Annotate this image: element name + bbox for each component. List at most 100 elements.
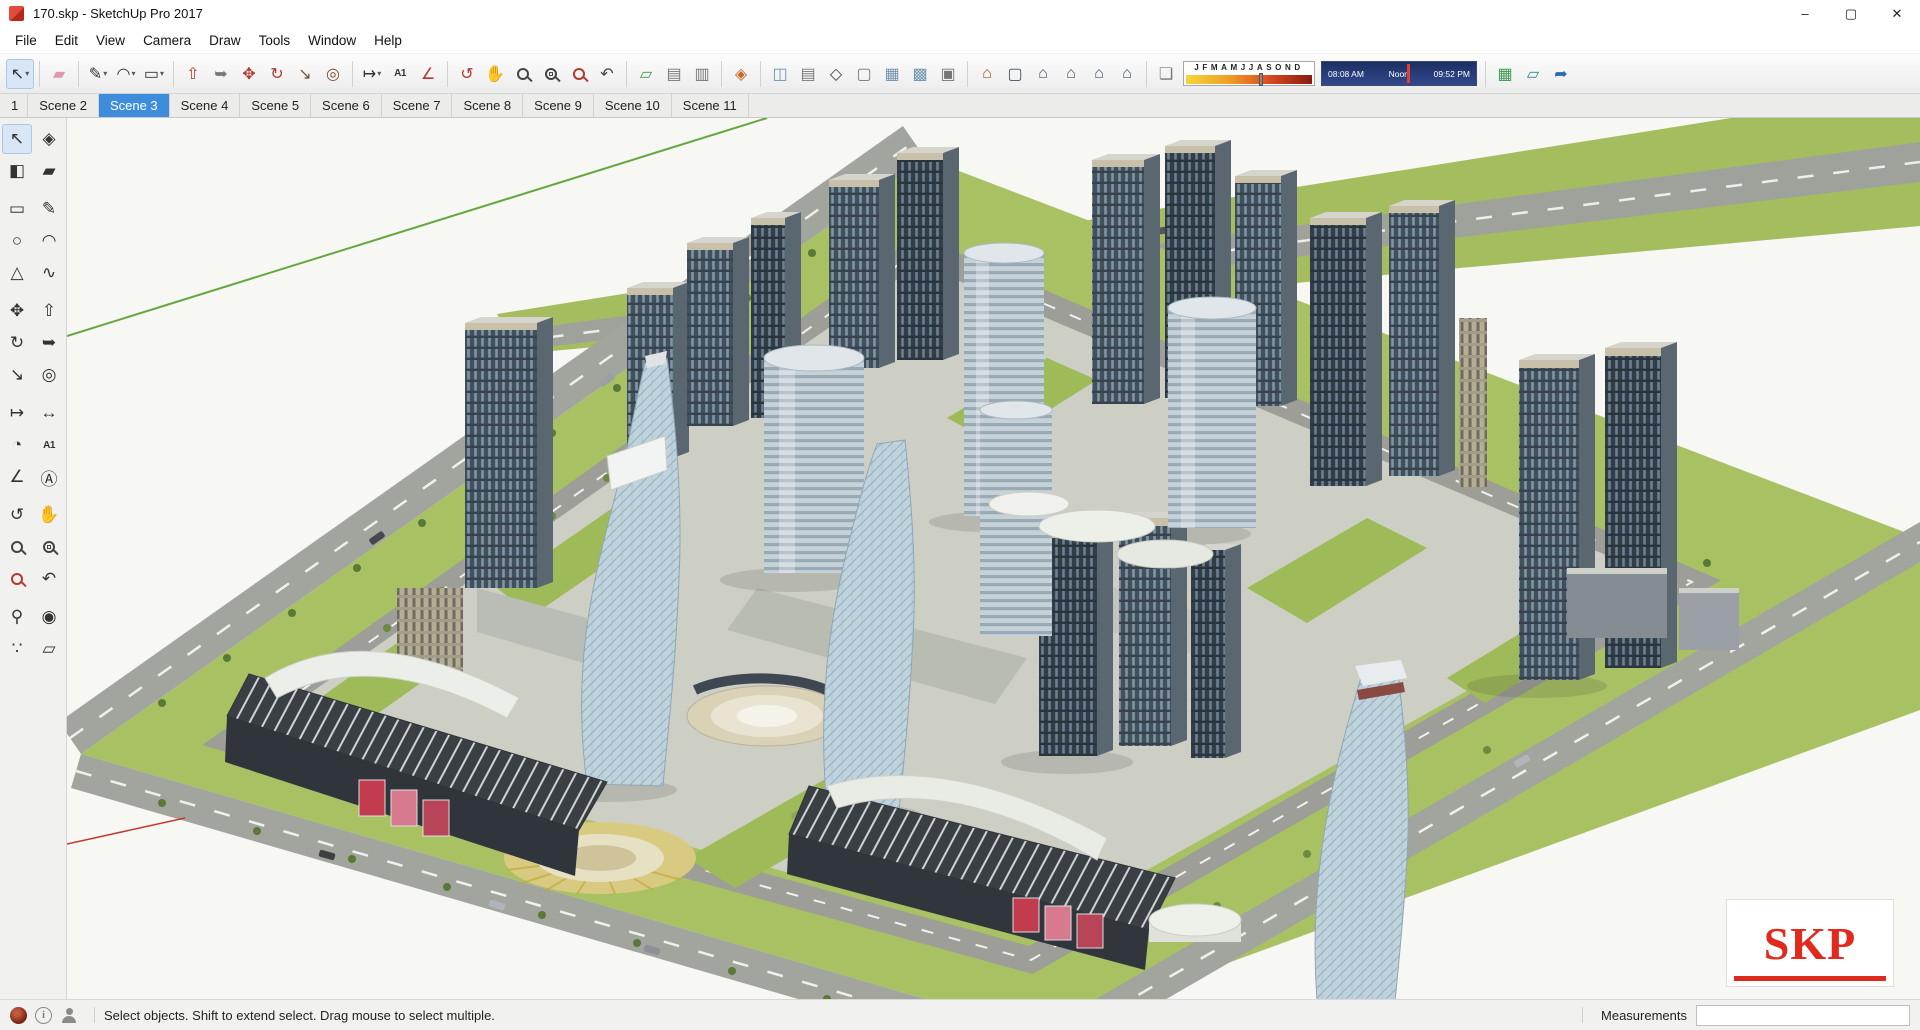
xray-mode-icon[interactable]: ◫ [766,59,794,89]
zoom-window-tool-icon[interactable] [537,59,565,89]
zoom-extents-tool-icon[interactable] [2,564,32,594]
menu-edit[interactable]: Edit [46,33,87,48]
display-section-cuts-icon[interactable]: ▥ [688,59,716,89]
freehand-tool-icon[interactable]: ∿ [34,258,64,288]
shadow-month-handle[interactable] [1259,73,1264,86]
scale-tool-icon[interactable]: ↘ [291,59,319,89]
circle-tool-icon[interactable]: ○ [2,226,32,256]
scene-tab[interactable]: Scene 11 [672,94,749,117]
zoom-tool-icon[interactable] [509,59,537,89]
protractor-tool-icon[interactable]: ◔ [2,430,32,460]
shadow-time-slider[interactable]: 08:08 AM Noon 09:52 PM [1321,61,1477,86]
share-model-icon[interactable]: ➦ [1547,59,1575,89]
dimension-tool-icon[interactable]: ↔ [34,398,64,428]
menu-draw[interactable]: Draw [200,33,250,48]
warehouse-icon[interactable]: ▦ [1491,59,1519,89]
axes-tool-icon[interactable]: ∠ [414,59,442,89]
zoom-window-tool-icon[interactable] [34,532,64,562]
minimize-button[interactable]: – [1782,0,1828,27]
make-component-icon[interactable]: ◈ [727,59,755,89]
axes-tool-icon[interactable]: ∠ [2,462,32,492]
scene-tab[interactable]: Scene 5 [240,94,312,117]
eraser-tool-icon[interactable]: ▰ [45,59,73,89]
front-view-icon[interactable]: ⌂ [1029,59,1057,89]
select-tool-icon[interactable]: ↖ [2,124,32,154]
top-view-icon[interactable]: ▢ [1001,59,1029,89]
move-tool-icon[interactable]: ✥ [235,59,263,89]
arc-tool-icon[interactable]: ◠ [34,226,64,256]
right-view-icon[interactable]: ⌂ [1057,59,1085,89]
tape-measure-tool-button[interactable]: ↦ ▾ [358,59,386,89]
scene-tab[interactable]: 1 [2,94,29,117]
menu-file[interactable]: File [6,33,46,48]
scale-tool-icon[interactable]: ↘ [2,360,32,390]
paint-bucket-tool-icon[interactable]: ◧ [2,156,32,186]
walk-tool-icon[interactable]: ∵ [2,634,32,664]
maximize-button[interactable]: ▢ [1828,0,1874,27]
credits-info-icon[interactable]: i [35,1006,52,1024]
select-tool-button[interactable]: ↖ ▾ [6,58,34,89]
model-viewport[interactable]: SKP [67,118,1920,999]
hidden-line-mode-icon[interactable]: ▢ [850,59,878,89]
eraser-tool-icon[interactable]: ▰ [34,156,64,186]
shadow-month-slider[interactable]: JFMAMJJASOND [1183,61,1315,86]
shadow-dialog-icon[interactable]: ❏ [1152,59,1180,89]
text-tool-icon[interactable]: A1 [386,59,414,89]
line-tool-button[interactable]: ✎ ▾ [84,59,112,89]
offset-tool-icon[interactable]: ◎ [319,59,347,89]
scene-tab[interactable]: Scene 8 [452,94,524,117]
polygon-tool-icon[interactable]: △ [2,258,32,288]
close-button[interactable]: ✕ [1874,0,1920,27]
previous-view-icon[interactable]: ↶ [34,564,64,594]
scene-tab[interactable]: Scene 7 [382,94,453,117]
arc-tool-button[interactable]: ◠ ▾ [112,59,140,89]
offset-tool-icon[interactable]: ◎ [34,360,64,390]
iso-view-icon[interactable]: ⌂ [973,59,1001,89]
layout-icon[interactable]: ▱ [1519,59,1547,89]
scene-tab-active[interactable]: Scene 3 [98,94,170,117]
previous-view-icon[interactable]: ↶ [593,59,621,89]
scene-tab[interactable]: Scene 9 [523,94,594,117]
rotate-tool-icon[interactable]: ↻ [263,59,291,89]
orbit-tool-icon[interactable]: ↺ [2,500,32,530]
zoom-tool-icon[interactable] [2,532,32,562]
scene-tab[interactable]: Scene 4 [170,94,241,117]
make-component-tool-icon[interactable]: ◈ [34,124,64,154]
push-pull-tool-icon[interactable]: ⇧ [179,59,207,89]
display-section-planes-icon[interactable]: ▤ [660,59,688,89]
look-around-tool-icon[interactable]: ◉ [34,602,64,632]
shape-tool-button[interactable]: ▭ ▾ [140,59,168,89]
textured-mode-icon[interactable]: ▩ [906,59,934,89]
rotate-tool-icon[interactable]: ↻ [2,328,32,358]
menu-camera[interactable]: Camera [134,33,200,48]
rectangle-tool-icon[interactable]: ▭ [2,194,32,224]
section-plane-tool-icon[interactable]: ▱ [632,59,660,89]
pan-tool-icon[interactable]: ✋ [481,59,509,89]
push-pull-tool-icon[interactable]: ⇧ [34,296,64,326]
wireframe-mode-icon[interactable]: ◇ [822,59,850,89]
scene-tab[interactable]: Scene 10 [594,94,672,117]
move-tool-icon[interactable]: ✥ [2,296,32,326]
menu-window[interactable]: Window [299,33,365,48]
section-plane-tool-icon[interactable]: ▱ [34,634,64,664]
3d-text-tool-icon[interactable]: Ⓐ [34,462,64,492]
line-tool-icon[interactable]: ✎ [34,194,64,224]
menu-tools[interactable]: Tools [250,33,300,48]
geolocation-icon[interactable] [10,1006,27,1024]
monochrome-mode-icon[interactable]: ▣ [934,59,962,89]
menu-help[interactable]: Help [365,33,411,48]
position-camera-tool-icon[interactable]: ⚲ [2,602,32,632]
scene-tab[interactable]: Scene 6 [311,94,382,117]
follow-me-tool-icon[interactable]: ➥ [207,59,235,89]
back-view-icon[interactable]: ⌂ [1085,59,1113,89]
back-edges-mode-icon[interactable]: ▤ [794,59,822,89]
measurements-input[interactable] [1696,1004,1910,1026]
shaded-mode-icon[interactable]: ▦ [878,59,906,89]
menu-view[interactable]: View [87,33,134,48]
sign-in-icon[interactable] [60,1007,77,1024]
scene-tab[interactable]: Scene 2 [28,94,99,117]
follow-me-tool-icon[interactable]: ➥ [34,328,64,358]
orbit-tool-icon[interactable]: ↺ [453,59,481,89]
shadow-time-handle[interactable] [1406,64,1410,83]
tape-measure-tool-icon[interactable]: ↦ [2,398,32,428]
